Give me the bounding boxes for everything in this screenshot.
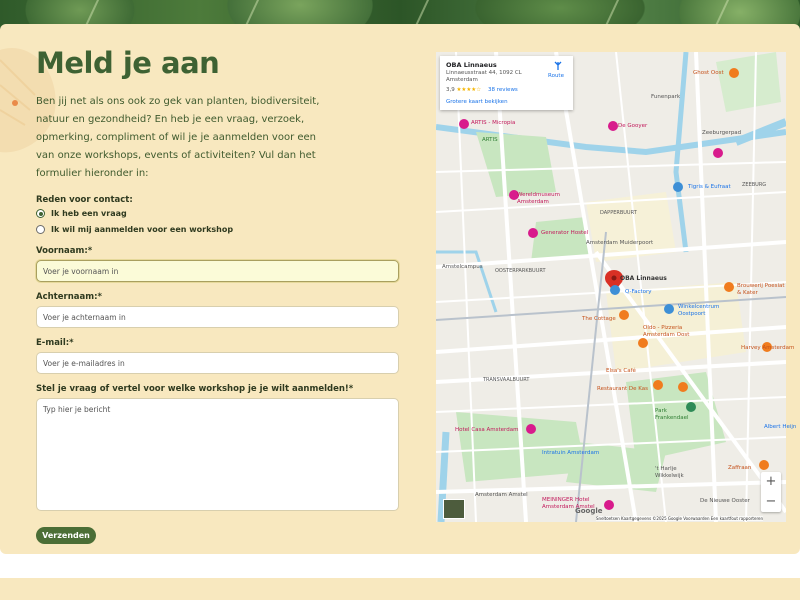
radio-option-workshop[interactable]: Ik wil mij aanmelden voor een workshop <box>36 225 233 234</box>
submit-button[interactable]: Verzenden <box>36 527 96 544</box>
hotel-pin-icon[interactable] <box>526 424 536 434</box>
email-input[interactable] <box>36 352 399 374</box>
intro-text: Ben jij net als ons ook zo gek van plant… <box>36 96 320 179</box>
reason-label: Reden voor contact: <box>36 195 133 205</box>
route-link[interactable]: Route <box>548 73 564 79</box>
food-pin-icon[interactable] <box>729 68 739 78</box>
last-name-input[interactable] <box>36 306 399 328</box>
map-label: Amsterdam Muiderpoort <box>586 240 654 246</box>
map-label: Zaffraan <box>728 465 752 471</box>
last-name-label: Achternaam:* <box>36 292 102 302</box>
map-label: Albert Heijn <box>764 424 797 430</box>
map-label: Intratuin Amsterdam <box>542 450 600 456</box>
place-name: OBA Linnaeus <box>446 61 497 69</box>
map-label: TRANSVAALBUURT <box>483 377 530 383</box>
place-address: Linnaeusstraat 44, 1092 CL Amsterdam <box>446 70 522 83</box>
radio-label: Ik heb een vraag <box>51 209 127 218</box>
poi-pin-icon[interactable] <box>713 148 723 158</box>
map-label: Wereldmuseum Amsterdam <box>517 192 560 205</box>
map-attribution: Sneltoetsen Kaartgegevens ©2025 Google V… <box>596 516 764 521</box>
map-place-card: OBA Linnaeus Linnaeusstraat 44, 1092 CL … <box>440 56 573 110</box>
reviews-link[interactable]: 38 reviews <box>488 87 518 93</box>
map-label: De Nieuwe Ooster <box>700 498 750 504</box>
message-label: Stel je vraag of vertel voor welke works… <box>36 384 354 394</box>
poi-pin-icon[interactable] <box>608 121 618 131</box>
map-label: Funenpark <box>651 94 681 100</box>
map-label: Ghost Oost <box>693 70 724 76</box>
page-divider <box>0 554 800 578</box>
map-label: Generator Hostel <box>541 230 589 236</box>
food-pin-icon[interactable] <box>653 380 663 390</box>
radio-checked-icon[interactable] <box>36 209 45 218</box>
map-label: Zeeburgerpad <box>702 130 742 136</box>
place-rating: 3,9 ★★★★☆ <box>446 87 482 93</box>
food-pin-icon[interactable] <box>678 382 688 392</box>
map-label: Q-Factory <box>625 289 652 295</box>
map-label: ZEEBURG <box>742 182 767 188</box>
radio-unchecked-icon[interactable] <box>36 225 45 234</box>
map-label: The Cottage <box>582 316 616 322</box>
map-label: Amstelcampus <box>442 264 483 270</box>
poi-pin-icon[interactable] <box>459 119 469 129</box>
food-pin-icon[interactable] <box>759 460 769 470</box>
map-label: Tigris & Eufraat <box>688 184 731 190</box>
page-title: Meld je aan <box>36 46 220 80</box>
next-section-strip <box>0 578 800 600</box>
map-label: Hotel Casa Amsterdam <box>455 427 519 433</box>
zoom-out-button[interactable]: − <box>761 492 781 512</box>
map-label: Harvey Amsterdam <box>741 345 795 351</box>
food-pin-icon[interactable] <box>638 338 648 348</box>
zoom-in-button[interactable]: + <box>761 472 781 492</box>
map-label: Brouwerij Poesiat & Kater <box>737 283 785 296</box>
map-label: DAPPERBUURT <box>600 210 637 216</box>
zoom-control: + − <box>761 472 781 512</box>
food-pin-icon[interactable] <box>724 282 734 292</box>
directions-icon[interactable] <box>553 61 563 71</box>
shop-pin-icon[interactable] <box>673 182 683 192</box>
map-label-oba: OBA Linnaeus <box>620 275 667 282</box>
map-label: Park Frankendael <box>655 408 689 421</box>
radio-label: Ik wil mij aanmelden voor een workshop <box>51 225 234 234</box>
first-name-input[interactable] <box>36 260 399 282</box>
message-textarea[interactable] <box>36 398 399 511</box>
map-label: De Gooyer <box>618 123 648 129</box>
email-label: E-mail:* <box>36 338 74 348</box>
map-label: ARTIS <box>482 137 498 143</box>
map-label: ARTIS - Micropia <box>471 120 516 126</box>
hotel-pin-icon[interactable] <box>604 500 614 510</box>
map-label: OOSTERPARKBUURT <box>495 268 546 274</box>
map-label: Amsterdam Amstel <box>475 492 528 498</box>
map-label: Oldo - Pizzeria Amsterdam Oost <box>643 325 690 338</box>
google-logo: Google <box>575 507 603 515</box>
larger-map-link[interactable]: Grotere kaart bekijken <box>446 99 508 105</box>
first-name-label: Voornaam:* <box>36 246 93 256</box>
map-label: 't Harlje Wikkelwijk <box>655 466 684 479</box>
map-label: Winkelcentrum Oostpoort <box>678 304 720 317</box>
star-rating-icon: ★★★★☆ <box>456 87 482 93</box>
food-pin-icon[interactable] <box>619 310 629 320</box>
shop-pin-icon[interactable] <box>610 285 620 295</box>
map-label: Elsa's Café <box>606 368 636 374</box>
satellite-toggle-button[interactable] <box>443 499 465 519</box>
radio-option-question[interactable]: Ik heb een vraag <box>36 209 127 218</box>
shop-pin-icon[interactable] <box>664 304 674 314</box>
poi-pin-icon[interactable] <box>528 228 538 238</box>
map-label: Restaurant De Kas <box>597 386 648 392</box>
